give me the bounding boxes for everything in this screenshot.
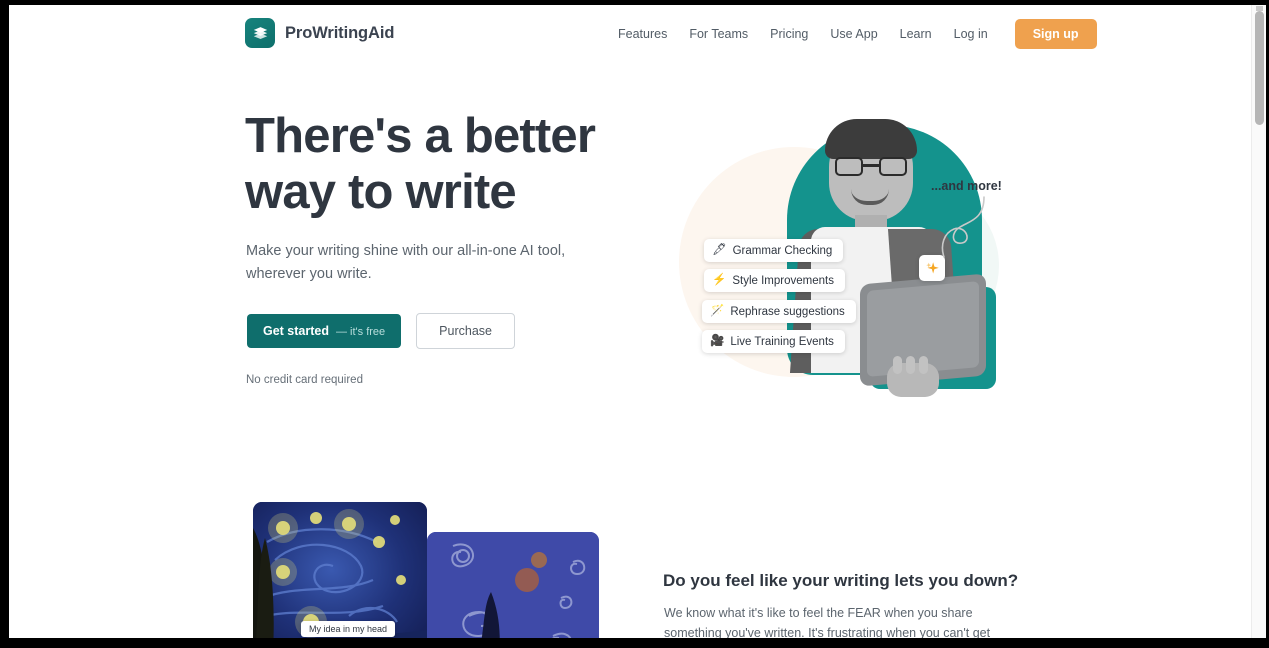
- get-started-note: — it's free: [336, 326, 386, 338]
- feather-pen-icon: 🖋: [712, 243, 727, 256]
- finger: [906, 356, 915, 374]
- purchase-button[interactable]: Purchase: [416, 313, 515, 349]
- feature-pill-label: Live Training Events: [730, 335, 834, 348]
- nav-item-use-app[interactable]: Use App: [819, 27, 888, 41]
- person-hair: [825, 119, 917, 159]
- hero-illustration: 🖋 Grammar Checking ⚡ Style Improvements …: [669, 105, 1029, 397]
- no-credit-card-note: No credit card required: [246, 374, 363, 386]
- hero-subtitle: Make your writing shine with our all-in-…: [246, 243, 566, 282]
- glasses-lens-left: [835, 157, 863, 176]
- glasses-lens-right: [879, 157, 907, 176]
- nav-item-pricing[interactable]: Pricing: [759, 27, 819, 41]
- hero-title: There's a better way to write: [245, 108, 715, 220]
- page-viewport: ProWritingAid Features For Teams Pricing…: [9, 5, 1266, 638]
- lightning-icon: ⚡: [712, 273, 727, 286]
- nav-item-learn[interactable]: Learn: [889, 27, 943, 41]
- nav-item-log-in[interactable]: Log in: [943, 27, 999, 41]
- curly-arrow-icon: [941, 196, 985, 258]
- site-header: ProWritingAid Features For Teams Pricing…: [9, 5, 1251, 62]
- feature-pill-rephrase-suggestions: 🪄 Rephrase suggestions: [702, 300, 856, 323]
- hero-title-line-2: way to write: [245, 165, 517, 219]
- movie-camera-icon: 🎥: [710, 334, 725, 347]
- glasses-bridge: [863, 164, 879, 167]
- hero-cta-row: Get started — it's free Purchase: [247, 313, 515, 349]
- and-more-label: ...and more!: [931, 179, 1002, 193]
- brand-name: ProWritingAid: [285, 23, 395, 42]
- finger: [919, 356, 928, 374]
- hero-title-line-1: There's a better: [245, 109, 596, 163]
- feature-pill-grammar-checking: 🖋 Grammar Checking: [704, 239, 844, 262]
- browser-frame-bottom: [0, 638, 1269, 648]
- section-title: Do you feel like your writing lets you d…: [663, 571, 1019, 590]
- brand-logo[interactable]: ProWritingAid: [245, 18, 394, 48]
- sign-up-button[interactable]: Sign up: [1014, 18, 1097, 49]
- glasses-icon: [835, 157, 907, 176]
- feature-pill-label: Grammar Checking: [732, 244, 833, 257]
- starry-night-painting: [253, 502, 427, 638]
- feature-pill-live-training-events: 🎥 Live Training Events: [702, 330, 845, 353]
- section-body: We know what it's like to feel the FEAR …: [664, 606, 991, 638]
- get-started-label: Get started: [263, 324, 329, 338]
- nav-item-features[interactable]: Features: [607, 27, 678, 41]
- book-pages-icon: [245, 18, 275, 48]
- magic-wand-icon: 🪄: [710, 304, 725, 317]
- page-scrollbar[interactable]: [1251, 5, 1266, 638]
- feature-pill-label: Style Improvements: [732, 274, 834, 287]
- nav-item-for-teams[interactable]: For Teams: [678, 27, 759, 41]
- idea-caption-label: My idea in my head: [301, 621, 396, 637]
- feature-pill-label: Rephrase suggestions: [730, 305, 845, 318]
- main-navigation: Features For Teams Pricing Use App Learn…: [607, 5, 1097, 62]
- get-started-button[interactable]: Get started — it's free: [247, 314, 402, 348]
- finger: [893, 356, 902, 374]
- flat-starry-night-illustration: [427, 532, 599, 638]
- feature-pill-style-improvements: ⚡ Style Improvements: [704, 269, 845, 292]
- scrollbar-thumb[interactable]: [1255, 11, 1264, 125]
- person-hand: [887, 356, 939, 397]
- browser-frame-left: [0, 0, 9, 648]
